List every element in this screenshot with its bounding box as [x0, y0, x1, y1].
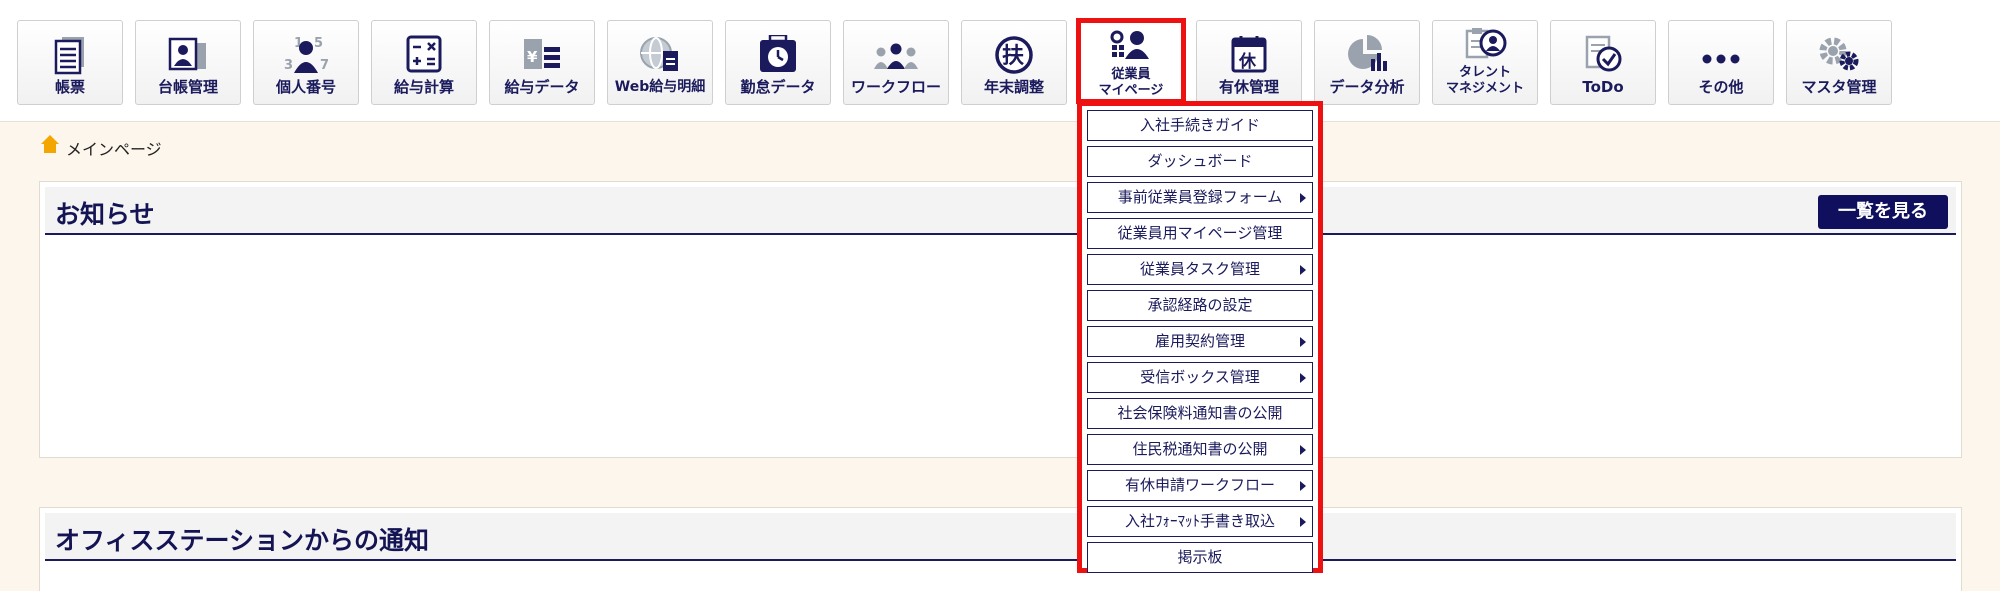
yen-data-icon: ¥ — [524, 39, 560, 69]
employee-mypage-dropdown: 入社手続きガイド ダッシュボード 事前従業員登録フォーム 従業員用マイページ管理… — [1077, 101, 1323, 573]
tool-talent-management-label-line1: タレント — [1458, 65, 1511, 80]
menu-item-onboarding-guide[interactable]: 入社手続きガイド — [1087, 110, 1313, 141]
menu-item-employment-contract[interactable]: 雇用契約管理 — [1087, 326, 1313, 357]
tool-payroll-data-label: 給与データ — [504, 78, 580, 96]
data-analysis-icon — [1348, 35, 1387, 71]
tool-attendance-label: 勤怠データ — [740, 78, 816, 96]
tool-year-end-label: 年末調整 — [983, 78, 1044, 96]
submenu-arrow-icon — [1300, 265, 1306, 275]
submenu-arrow-icon — [1300, 193, 1306, 203]
tool-personal-number-label: 個人番号 — [275, 78, 336, 96]
tool-data-analysis-label: データ分析 — [1329, 78, 1405, 96]
tool-payroll-calc-button[interactable]: 給与計算 — [371, 20, 477, 105]
main-toolbar: 帳票 台帳管理 1 5 3 7 個人番号 給与計算 ¥ 給与データ Web給与明… — [0, 0, 2000, 122]
tool-paid-leave-label: 有休管理 — [1218, 78, 1279, 96]
menu-item-approval-route[interactable]: 承認経路の設定 — [1087, 290, 1313, 321]
menu-item-handwritten-import[interactable]: 入社ﾌｫｰﾏｯﾄ手書き取込 — [1087, 506, 1313, 537]
office-station-title: オフィスステーションからの通知 — [55, 526, 430, 555]
menu-item-leave-workflow[interactable]: 有休申請ワークフロー — [1087, 470, 1313, 501]
tool-attendance-button[interactable]: 勤怠データ — [725, 20, 831, 105]
year-end-fu-icon: 扶 — [995, 36, 1033, 74]
tool-todo-button[interactable]: ToDo — [1550, 20, 1656, 105]
office-station-panel-header: オフィスステーションからの通知 — [45, 513, 1956, 561]
tool-web-payslip-button[interactable]: Web給与明細 — [607, 20, 713, 105]
tool-workflow-button[interactable]: ワークフロー — [843, 20, 949, 105]
svg-text:7: 7 — [320, 58, 328, 73]
attendance-clock-icon — [760, 35, 796, 72]
submenu-arrow-icon — [1300, 481, 1306, 491]
tool-master-label: マスタ管理 — [1801, 78, 1877, 96]
menu-item-mypage-management[interactable]: 従業員用マイページ管理 — [1087, 218, 1313, 249]
tool-payroll-data-button[interactable]: ¥ 給与データ — [489, 20, 595, 105]
svg-text:5: 5 — [314, 36, 323, 51]
submenu-arrow-icon — [1300, 373, 1306, 383]
tool-forms-label: 帳票 — [54, 78, 85, 96]
more-dots-icon — [1702, 54, 1740, 64]
tool-master-button[interactable]: マスタ管理 — [1786, 20, 1892, 105]
menu-item-dashboard[interactable]: ダッシュボード — [1087, 146, 1313, 177]
notices-panel-header: お知らせ 一覧を見る — [45, 187, 1956, 235]
notices-panel: お知らせ 一覧を見る — [39, 181, 1962, 458]
tool-ledger-label: 台帳管理 — [157, 78, 218, 96]
tool-payroll-calc-label: 給与計算 — [393, 78, 454, 96]
home-icon[interactable] — [40, 134, 60, 154]
paid-leave-badge: 休 — [1238, 51, 1257, 72]
menu-item-resident-tax-notice[interactable]: 住民税通知書の公開 — [1087, 434, 1313, 465]
tool-workflow-label: ワークフロー — [850, 78, 941, 96]
master-gear-icon — [1819, 37, 1859, 71]
tool-paid-leave-button[interactable]: 休 有休管理 — [1196, 20, 1302, 105]
tool-talent-management-button[interactable]: タレント マネジメント — [1432, 20, 1538, 105]
talent-management-icon — [1465, 28, 1507, 59]
tool-other-label: その他 — [1698, 78, 1744, 96]
personal-number-icon: 1 5 3 7 — [284, 36, 328, 73]
menu-item-inbox-management[interactable]: 受信ボックス管理 — [1087, 362, 1313, 393]
svg-text:¥: ¥ — [527, 48, 538, 66]
tool-todo-label: ToDo — [1582, 78, 1624, 96]
menu-item-bulletin-board[interactable]: 掲示板 — [1087, 542, 1313, 573]
web-payslip-icon — [640, 37, 678, 71]
menu-item-social-insurance-notice[interactable]: 社会保険料通知書の公開 — [1087, 398, 1313, 429]
tool-ledger-button[interactable]: 台帳管理 — [135, 20, 241, 105]
notices-title: お知らせ — [55, 200, 155, 229]
submenu-arrow-icon — [1300, 517, 1306, 527]
tool-year-end-button[interactable]: 扶 年末調整 — [961, 20, 1067, 105]
tool-other-button[interactable]: その他 — [1668, 20, 1774, 105]
employee-mypage-icon — [1110, 30, 1149, 59]
tool-employee-mypage-label-line2: マイページ — [1098, 83, 1164, 98]
svg-text:扶: 扶 — [1002, 44, 1024, 69]
tool-employee-mypage-button[interactable]: 従業員 マイページ — [1076, 18, 1186, 104]
tool-personal-number-button[interactable]: 1 5 3 7 個人番号 — [253, 20, 359, 105]
calculator-icon — [406, 35, 442, 73]
tool-talent-management-label-line2: マネジメント — [1445, 81, 1524, 96]
office-station-panel: オフィスステーションからの通知 — [39, 507, 1962, 591]
svg-text:3: 3 — [284, 58, 293, 73]
paid-leave-calendar-icon: 休 — [1231, 36, 1267, 73]
workflow-people-icon — [874, 43, 918, 69]
document-list-icon — [54, 37, 84, 75]
view-all-button[interactable]: 一覧を見る — [1818, 195, 1948, 229]
todo-check-icon — [1585, 35, 1622, 72]
menu-item-pre-registration-form[interactable]: 事前従業員登録フォーム — [1087, 182, 1313, 213]
ledger-icon — [168, 37, 206, 71]
submenu-arrow-icon — [1300, 445, 1306, 455]
submenu-arrow-icon — [1300, 337, 1306, 347]
tool-employee-mypage-label-line1: 従業員 — [1111, 67, 1151, 82]
breadcrumb-main-page[interactable]: メインページ — [66, 136, 162, 160]
tool-web-payslip-label: Web給与明細 — [614, 79, 706, 95]
tool-forms-button[interactable]: 帳票 — [17, 20, 123, 105]
tool-data-analysis-button[interactable]: データ分析 — [1314, 20, 1420, 105]
menu-item-task-management[interactable]: 従業員タスク管理 — [1087, 254, 1313, 285]
